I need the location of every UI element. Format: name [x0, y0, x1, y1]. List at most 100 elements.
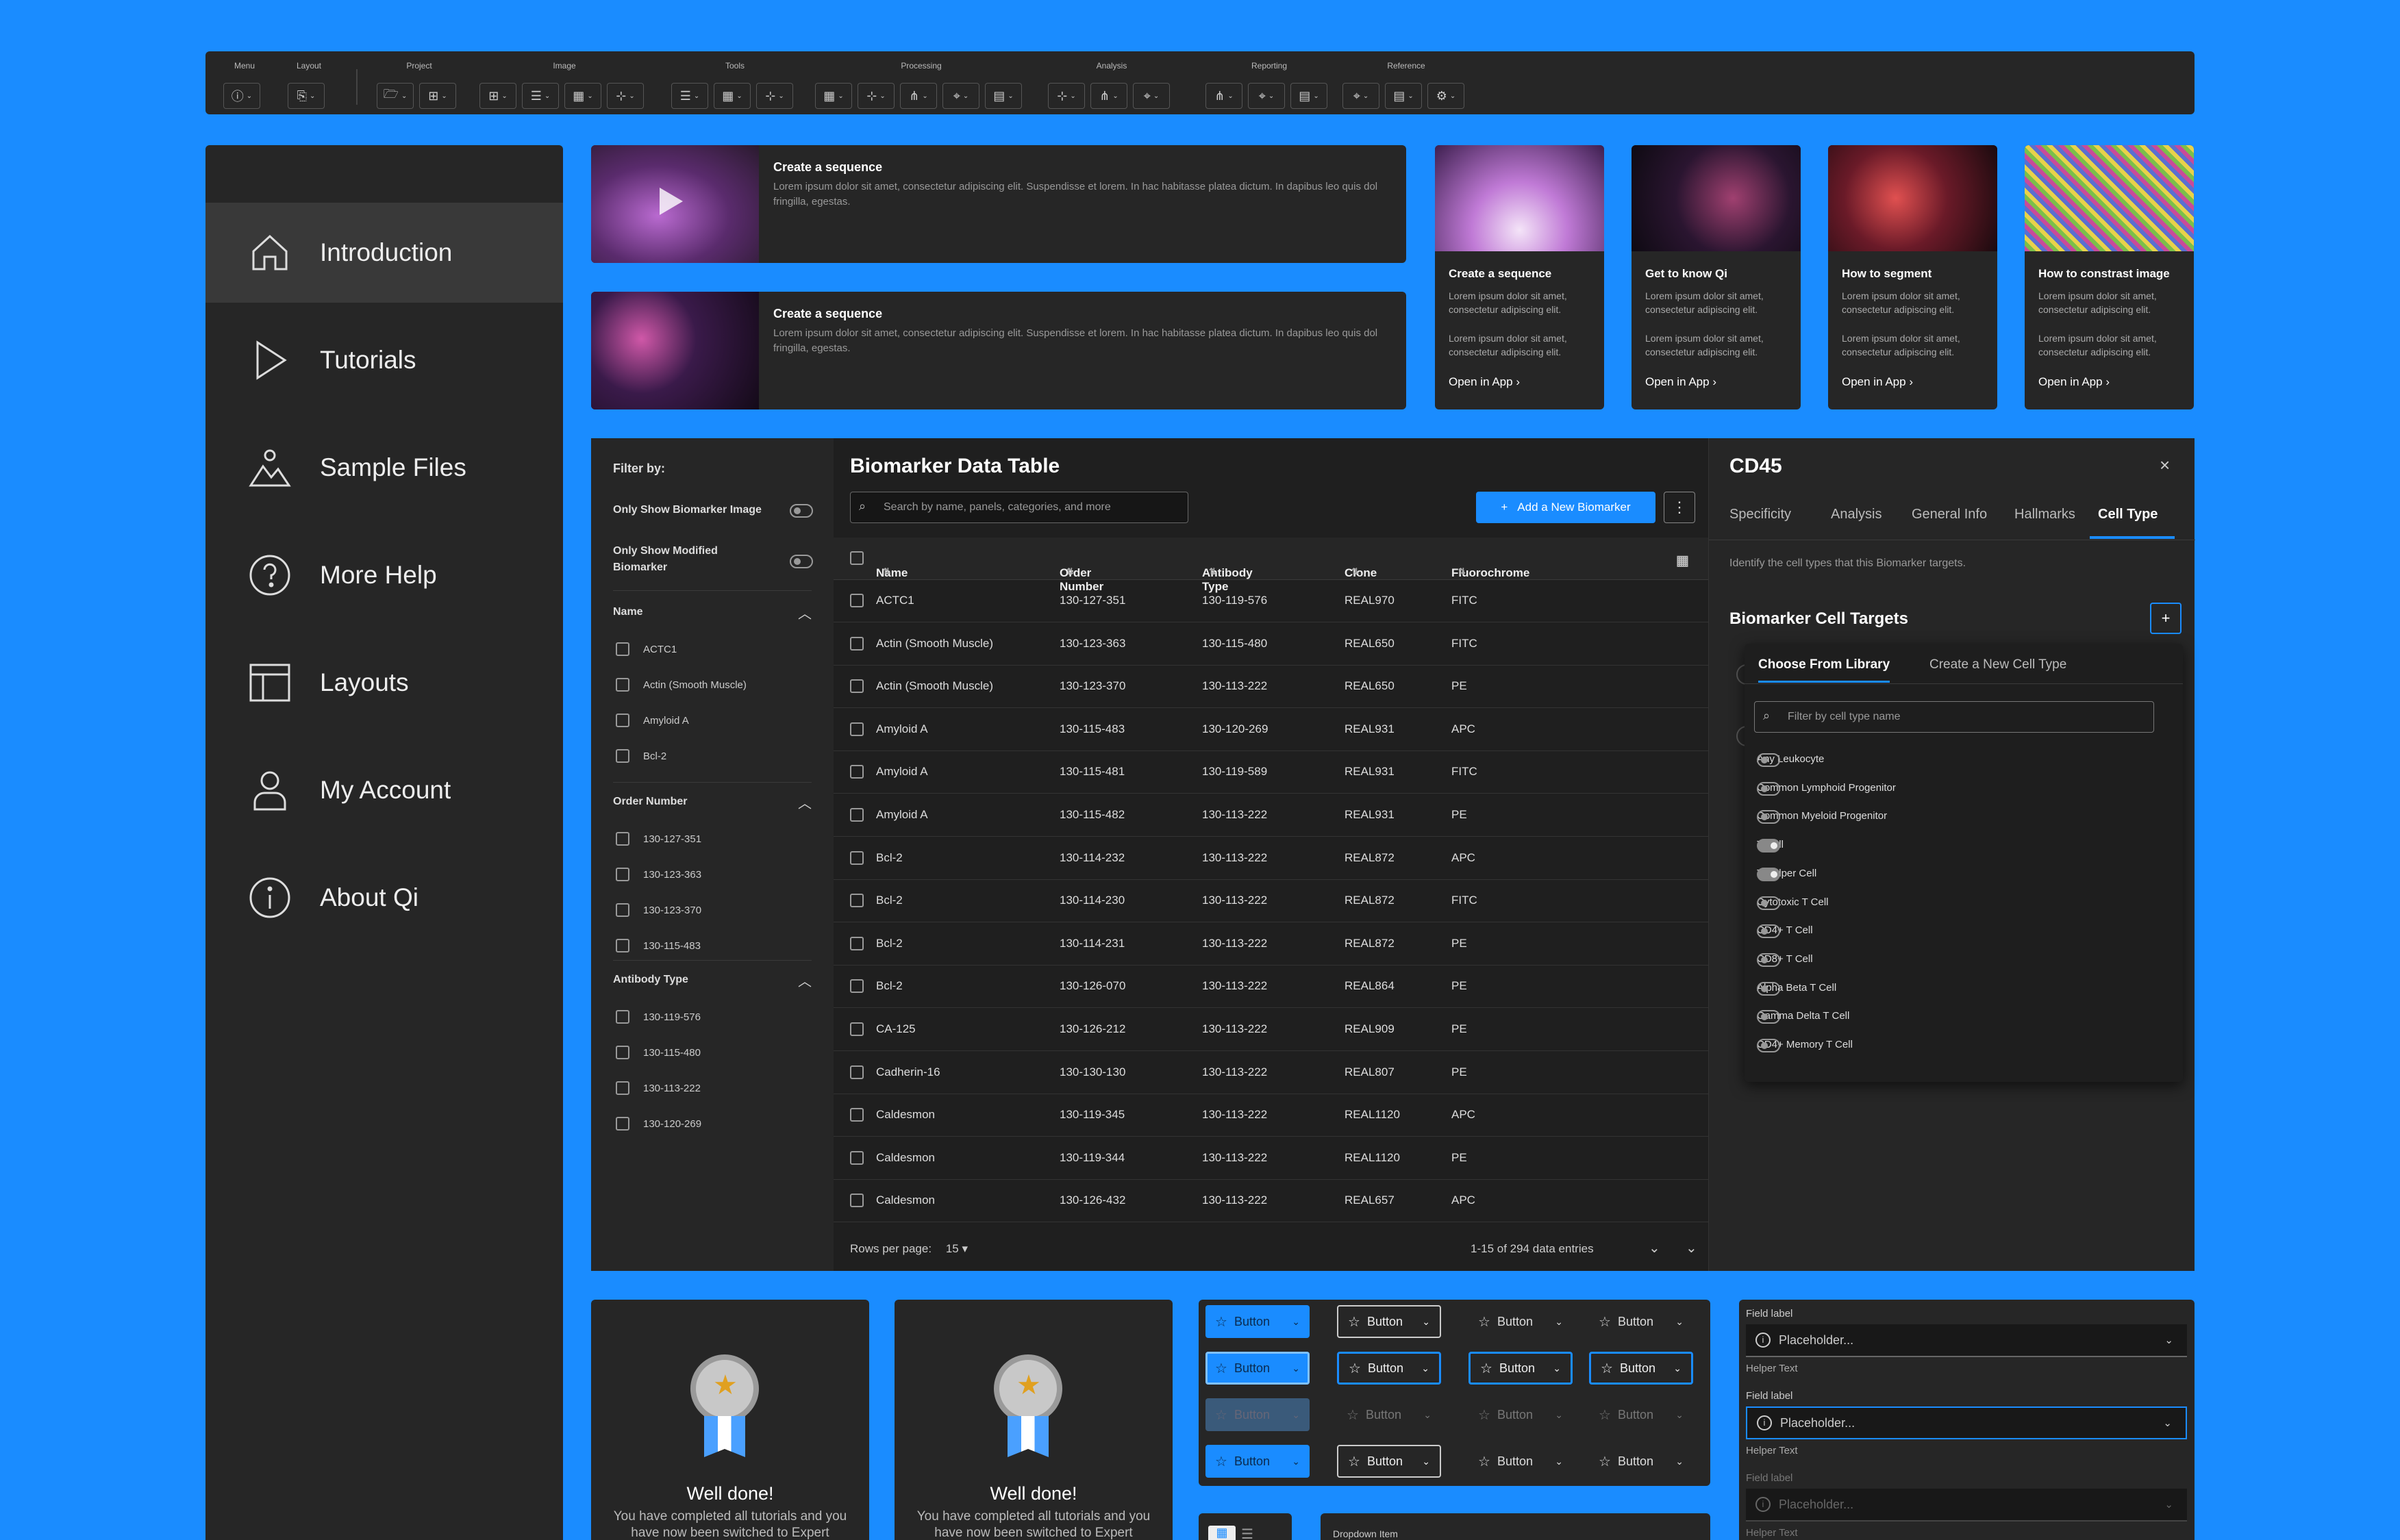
- toolbar-tool-icon[interactable]: ☰ ⌄: [522, 83, 559, 109]
- table-row[interactable]: Cadherin-16 130-130-130 130-113-222 REAL807…: [834, 1052, 1708, 1094]
- table-row[interactable]: Bcl-2 130-114-232 130-113-222 REAL872 APC: [834, 837, 1708, 880]
- cell-type-row[interactable]: T Cell: [1757, 832, 2175, 861]
- cell-type-row[interactable]: CD4+ Memory T Cell: [1757, 1032, 2175, 1061]
- button-ghost[interactable]: ☆ Button ⌄: [1589, 1445, 1693, 1478]
- toolbar-tool-icon[interactable]: ⓘ ⌄: [223, 83, 260, 109]
- filter-option[interactable]: Actin (Smooth Muscle): [616, 678, 747, 692]
- cell-type-toggle[interactable]: [1757, 952, 1780, 967]
- cell-type-row[interactable]: Alpha Beta T Cell: [1757, 975, 2175, 1004]
- table-row[interactable]: Amyloid A 130-115-481 130-119-589 REAL931 FI…: [834, 751, 1708, 794]
- toolbar-tool-icon[interactable]: ⊹ ⌄: [607, 83, 644, 109]
- tutorial-card-2[interactable]: Get to know Qi Lorem ipsum dolor sit ame…: [1632, 145, 1801, 409]
- cell-type-toggle[interactable]: [1757, 781, 1780, 796]
- tutorial-card-1[interactable]: Create a sequence Lorem ipsum dolor sit …: [1435, 145, 1604, 409]
- row-checkbox[interactable]: [850, 679, 864, 694]
- row-checkbox[interactable]: [850, 1150, 864, 1165]
- add-biomarker-button[interactable]: + Add a New Biomarker: [1476, 492, 1655, 523]
- button-primary[interactable]: ☆ Button ⌄: [1205, 1445, 1310, 1478]
- toolbar-tool-icon[interactable]: ⚙ ⌄: [1427, 83, 1464, 109]
- open-in-app-link[interactable]: Open in App ›: [2038, 375, 2110, 389]
- row-checkbox[interactable]: [850, 1108, 864, 1122]
- cell-type-toggle[interactable]: [1757, 896, 1780, 910]
- filter-checkbox[interactable]: [616, 714, 629, 727]
- button-outline[interactable]: ☆ Button ⌄: [1337, 1445, 1441, 1478]
- table-row[interactable]: Amyloid A 130-115-482 130-113-222 REAL931 PE: [834, 794, 1708, 837]
- play-icon[interactable]: [660, 188, 683, 215]
- sidebar-item-layouts[interactable]: Layouts: [205, 633, 563, 733]
- table-row[interactable]: CA-125 130-126-212 130-113-222 REAL909 PE: [834, 1009, 1708, 1051]
- add-cell-target-button[interactable]: +: [2150, 603, 2182, 634]
- filter-option[interactable]: 130-120-269: [616, 1117, 701, 1131]
- button-ghost[interactable]: ☆ Button ⌄: [1589, 1305, 1693, 1338]
- toolbar-tool-icon[interactable]: ⌖ ⌄: [1342, 83, 1379, 109]
- toolbar-tool-icon[interactable]: ⋔ ⌄: [1090, 83, 1127, 109]
- name-filter-head[interactable]: Name: [613, 606, 643, 618]
- button-outline-sel[interactable]: ☆ Button ⌄: [1589, 1352, 1693, 1385]
- tab-hallmarks[interactable]: Hallmarks: [2014, 507, 2075, 522]
- row-checkbox[interactable]: [850, 1194, 864, 1208]
- filter-checkbox[interactable]: [616, 939, 629, 952]
- toolbar-tool-icon[interactable]: ⋔ ⌄: [900, 83, 937, 109]
- toolbar-tool-icon[interactable]: ▦ ⌄: [564, 83, 601, 109]
- toolbar-tool-icon[interactable]: ⌖ ⌄: [942, 83, 979, 109]
- rows-per-page-select[interactable]: 15 ▾: [946, 1242, 968, 1255]
- table-row[interactable]: Caldesmon 130-119-344 130-113-222 REAL1120 P…: [834, 1137, 1708, 1180]
- toolbar-tool-icon[interactable]: ▤ ⌄: [1385, 83, 1422, 109]
- cell-type-toggle[interactable]: [1757, 1039, 1780, 1052]
- tutorial-card-4[interactable]: How to constrast image Lorem ipsum dolor…: [2025, 145, 2194, 409]
- table-row[interactable]: Caldesmon 130-119-345 130-113-222 REAL1120 A…: [834, 1094, 1708, 1137]
- video-card-1[interactable]: Create a sequence Lorem ipsum dolor sit …: [591, 145, 1406, 263]
- table-row[interactable]: Bcl-2 130-114-230 130-113-222 REAL872 FITC: [834, 880, 1708, 923]
- toolbar-tool-icon[interactable]: ▦ ⌄: [815, 83, 852, 109]
- row-checkbox[interactable]: [850, 594, 864, 607]
- filter-option[interactable]: 130-127-351: [616, 832, 701, 846]
- toolbar-tool-icon[interactable]: ⊞ ⌄: [479, 83, 516, 109]
- sidebar-item-more-help[interactable]: More Help: [205, 525, 563, 625]
- table-row[interactable]: ACTC1 130-127-351 130-119-576 REAL970 FITC: [834, 580, 1708, 622]
- row-checkbox[interactable]: [850, 894, 864, 908]
- chevron-down-icon[interactable]: ⌄: [1686, 1239, 1697, 1257]
- filter-checkbox[interactable]: [616, 1081, 629, 1095]
- cell-type-row[interactable]: CD8+ T Cell: [1757, 946, 2175, 975]
- toolbar-tool-icon[interactable]: ▦ ⌄: [714, 83, 751, 109]
- tab-specificity[interactable]: Specificity: [1729, 507, 1791, 522]
- row-checkbox[interactable]: [850, 1022, 864, 1036]
- modified-biomarker-toggle[interactable]: [790, 555, 813, 568]
- filter-option[interactable]: 130-123-363: [616, 868, 701, 881]
- toolbar-tool-icon[interactable]: ⎘ ⌄: [288, 83, 325, 109]
- toolbar-tool-icon[interactable]: ▤ ⌄: [985, 83, 1022, 109]
- toolbar-tool-icon[interactable]: ⋔ ⌄: [1205, 83, 1242, 109]
- filter-checkbox[interactable]: [616, 1046, 629, 1059]
- toolbar-tool-icon[interactable]: ⌖ ⌄: [1248, 83, 1285, 109]
- toolbar-tool-icon[interactable]: ⌖ ⌄: [1133, 83, 1170, 109]
- row-checkbox[interactable]: [850, 808, 864, 822]
- list-view-icon[interactable]: ☰: [1241, 1526, 1253, 1540]
- search-input[interactable]: ⌕ Search by name, panels, categories, an…: [850, 492, 1188, 523]
- cell-type-row[interactable]: Common Myeloid Progenitor: [1757, 803, 2175, 832]
- filter-checkbox[interactable]: [616, 678, 629, 692]
- sort-icon[interactable]: ⇅: [1351, 566, 1359, 577]
- cell-type-row[interactable]: Gamma Delta T Cell: [1757, 1003, 2175, 1032]
- sidebar-item-about-qi[interactable]: About Qi: [205, 848, 563, 948]
- toolbar-tool-icon[interactable]: ⊞ ⌄: [419, 83, 456, 109]
- open-in-app-link[interactable]: Open in App ›: [1645, 375, 1716, 389]
- select-all-checkbox[interactable]: [850, 551, 864, 565]
- filter-option[interactable]: 130-115-480: [616, 1046, 701, 1059]
- button-outline-sel[interactable]: ☆ Button ⌄: [1468, 1352, 1573, 1385]
- button-outline[interactable]: ☆ Button ⌄: [1337, 1305, 1441, 1338]
- filter-option[interactable]: ACTC1: [616, 642, 677, 656]
- row-checkbox[interactable]: [850, 636, 864, 651]
- subtab-create[interactable]: Create a New Cell Type: [1929, 657, 2066, 672]
- filter-option[interactable]: Bcl-2: [616, 749, 666, 763]
- row-checkbox[interactable]: [850, 1065, 864, 1079]
- antibody-filter-head[interactable]: Antibody Type: [613, 974, 688, 986]
- order-filter-head[interactable]: Order Number: [613, 796, 687, 808]
- select-field[interactable]: i Placeholder... ⌄: [1746, 1324, 2187, 1357]
- cell-type-toggle[interactable]: [1757, 1010, 1780, 1024]
- sort-icon[interactable]: ⇅: [1458, 566, 1466, 577]
- cell-type-toggle[interactable]: [1757, 924, 1780, 939]
- cell-type-filter-input[interactable]: ⌕ Filter by cell type name: [1754, 701, 2154, 733]
- tab-cell-type[interactable]: Cell Type: [2098, 507, 2158, 522]
- table-row[interactable]: Actin (Smooth Muscle) 130-123-363 130-115-…: [834, 623, 1708, 666]
- sidebar-item-introduction[interactable]: Introduction: [205, 203, 563, 303]
